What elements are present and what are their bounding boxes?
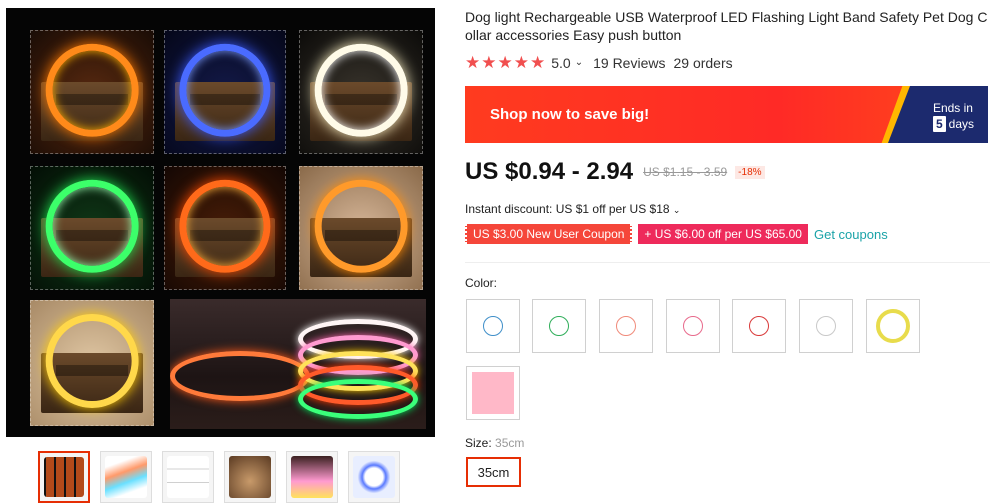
countdown-days-label: days bbox=[948, 117, 974, 131]
chevron-down-icon: ⌄ bbox=[672, 205, 681, 215]
discount-badge: -18% bbox=[735, 165, 765, 179]
promo-banner[interactable]: Shop now to save big! Ends in 5 days bbox=[465, 86, 988, 143]
main-product-image[interactable] bbox=[6, 8, 435, 437]
promo-banner-text: Shop now to save big! bbox=[490, 106, 650, 123]
original-price: US $1.15 - 3.59 bbox=[643, 165, 728, 179]
image-tile-red-orange bbox=[164, 166, 286, 290]
rating-score[interactable]: 5.0 bbox=[551, 55, 570, 71]
star-icon: ★ bbox=[481, 53, 497, 72]
thumbnail-6[interactable] bbox=[348, 451, 400, 503]
green-ring-icon bbox=[549, 316, 569, 336]
banner-diagonal bbox=[888, 86, 910, 143]
countdown: Ends in 5 days bbox=[932, 100, 974, 132]
size-option-35cm[interactable]: 35cm bbox=[466, 457, 521, 487]
thumbnail-1[interactable] bbox=[38, 451, 90, 503]
star-icon: ★ bbox=[497, 53, 513, 72]
instant-discount-text: Instant discount: US $1 off per US $18 bbox=[465, 202, 670, 216]
pink-swatch-icon bbox=[472, 372, 514, 414]
color-option-pink-swatch[interactable] bbox=[466, 366, 520, 420]
pink-ring-icon bbox=[683, 316, 703, 336]
star-icon: ★ bbox=[465, 53, 481, 72]
orders-count: 29 orders bbox=[673, 54, 733, 71]
image-tile-yellow bbox=[30, 300, 154, 426]
color-option-red[interactable] bbox=[732, 299, 786, 353]
color-option-yellow[interactable] bbox=[866, 299, 920, 353]
coupon-row: US $3.00 New User Coupon + US $6.00 off … bbox=[465, 224, 888, 244]
image-tile-blue bbox=[164, 30, 286, 154]
size-selected-value: 35cm bbox=[495, 436, 525, 450]
reviews-link[interactable]: 19 Reviews bbox=[593, 55, 665, 71]
thumbnail-5[interactable] bbox=[286, 451, 338, 503]
product-title: Dog light Rechargeable USB Waterproof LE… bbox=[465, 9, 988, 43]
red-ring-icon bbox=[749, 316, 769, 336]
image-tile-orange bbox=[30, 30, 154, 154]
color-label: Color: bbox=[465, 276, 498, 290]
image-tile-green bbox=[30, 166, 154, 290]
color-option-orange[interactable] bbox=[599, 299, 653, 353]
image-collars-stack bbox=[170, 299, 426, 429]
color-option-pink[interactable] bbox=[666, 299, 720, 353]
star-icon: ★ bbox=[513, 53, 529, 72]
countdown-days-number: 5 bbox=[932, 116, 946, 132]
blue-ring-icon bbox=[483, 316, 503, 336]
color-option-green[interactable] bbox=[532, 299, 586, 353]
chevron-down-icon[interactable]: ⌄ bbox=[575, 57, 583, 68]
image-tile-white bbox=[299, 30, 423, 154]
image-tile-amber bbox=[299, 166, 423, 290]
color-option-blue[interactable] bbox=[466, 299, 520, 353]
countdown-label: Ends in bbox=[932, 101, 973, 115]
get-coupons-link[interactable]: Get coupons bbox=[814, 227, 888, 242]
rating-row: ★ ★ ★ ★ ★ 5.0 ⌄ 19 Reviews 29 orders bbox=[465, 54, 733, 71]
size-label-text: Size: bbox=[465, 436, 492, 450]
thumbnail-4[interactable] bbox=[224, 451, 276, 503]
store-coupon[interactable]: + US $6.00 off per US $65.00 bbox=[638, 224, 808, 244]
current-price: US $0.94 - 2.94 bbox=[465, 158, 634, 185]
thumbnail-3[interactable] bbox=[162, 451, 214, 503]
white-ring-icon bbox=[816, 316, 836, 336]
orange-ring-icon bbox=[616, 316, 636, 336]
price-row: US $0.94 - 2.94 US $1.15 - 3.59 -18% bbox=[465, 158, 765, 186]
divider bbox=[465, 262, 990, 263]
thumbnail-2[interactable] bbox=[100, 451, 152, 503]
star-icon: ★ bbox=[530, 53, 546, 72]
size-label: Size: 35cm bbox=[465, 436, 524, 450]
new-user-coupon[interactable]: US $3.00 New User Coupon bbox=[465, 224, 633, 244]
yellow-ring-icon bbox=[876, 309, 910, 343]
instant-discount[interactable]: Instant discount: US $1 off per US $18 ⌄ bbox=[465, 202, 680, 216]
star-rating[interactable]: ★ ★ ★ ★ ★ bbox=[465, 54, 545, 71]
color-option-white[interactable] bbox=[799, 299, 853, 353]
